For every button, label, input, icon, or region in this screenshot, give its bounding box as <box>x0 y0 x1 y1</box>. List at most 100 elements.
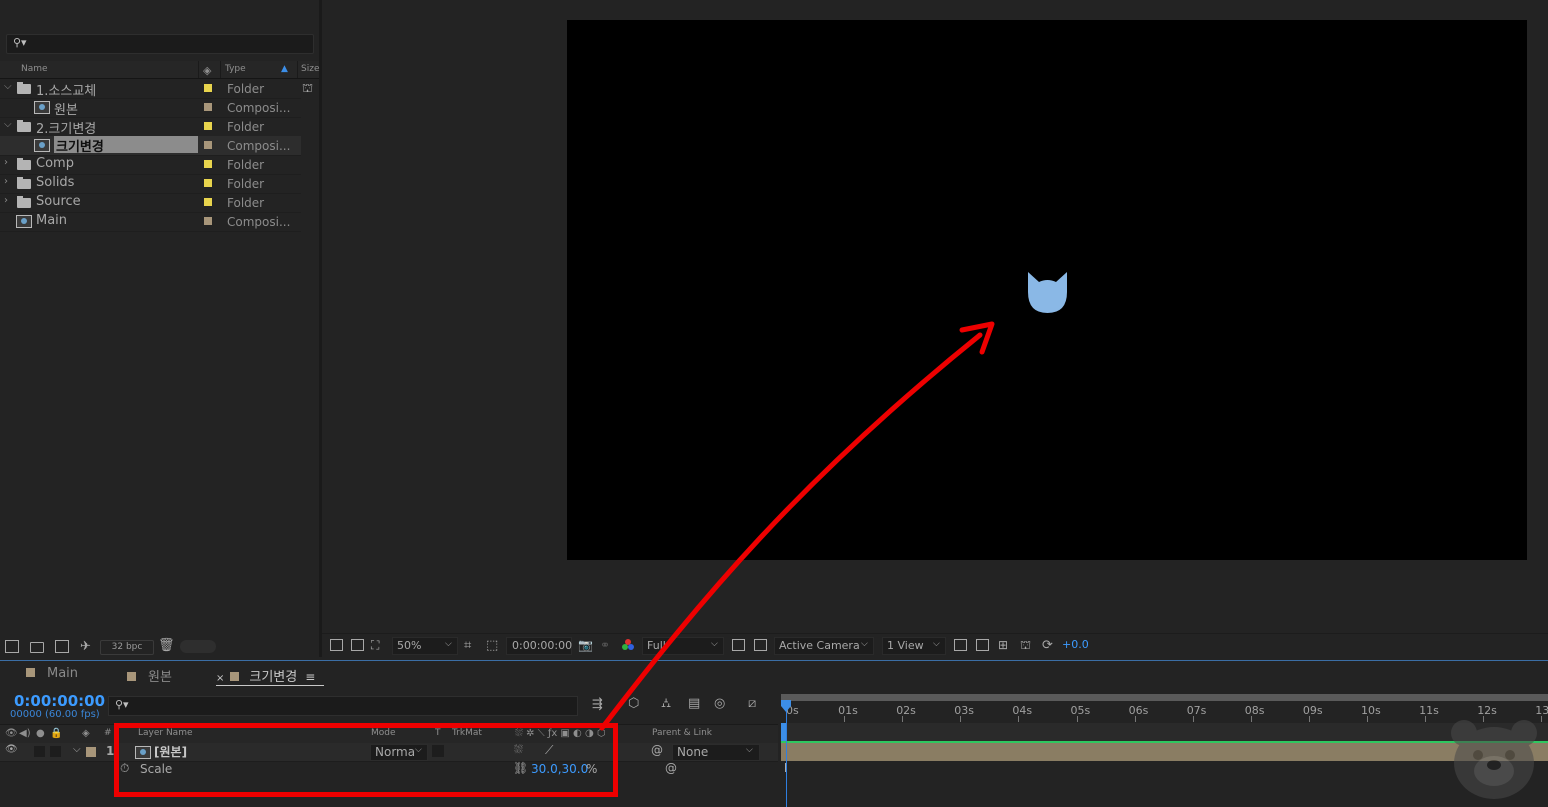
label-color-swatch[interactable] <box>204 179 212 187</box>
project-search-input[interactable]: ⚲▾ <box>6 34 314 54</box>
new-composition-icon[interactable] <box>55 640 69 653</box>
project-item[interactable]: › Source Folder <box>0 193 301 213</box>
project-item[interactable]: ⌵ 1.소스교체 Folder <box>0 79 301 99</box>
draft-3d-icon[interactable]: ⬡ <box>628 696 639 711</box>
chevron-right-icon[interactable]: › <box>4 157 8 168</box>
label-color-swatch[interactable] <box>204 84 212 92</box>
label-color-swatch[interactable] <box>204 160 212 168</box>
sort-ascending-icon[interactable]: ▲ <box>281 64 288 74</box>
chevron-right-icon[interactable]: › <box>4 176 8 187</box>
new-folder-icon[interactable] <box>30 642 44 653</box>
camera-view-dropdown[interactable]: Active Camera ⌵ <box>774 637 874 655</box>
chevron-down-icon: ⌵ <box>933 639 940 649</box>
show-snapshot-icon[interactable]: ⚭ <box>600 638 610 652</box>
motion-blur-icon[interactable]: ◎ <box>714 696 725 711</box>
ruler-tick <box>1425 716 1427 722</box>
ruler-tick-label: 11s <box>1419 704 1439 717</box>
label-color-swatch[interactable] <box>204 217 212 225</box>
flowchart-icon[interactable]: ⛫ <box>302 81 313 97</box>
view-layout-dropdown[interactable]: 1 View ⌵ <box>882 637 946 655</box>
resolution-dropdown[interactable]: Full ⌵ <box>642 637 724 655</box>
adobe-media-encoder-icon[interactable]: ✈ <box>80 639 91 654</box>
playhead-handle[interactable] <box>780 700 792 712</box>
tab-main[interactable]: Main <box>26 666 78 681</box>
current-time-field[interactable]: 0:00:00:00 <box>506 637 572 655</box>
transparency-grid-icon[interactable]: ⬚ <box>486 638 498 653</box>
fast-previews-icon[interactable] <box>976 639 989 651</box>
label-tag-icon[interactable]: ◈ <box>203 64 211 77</box>
playhead-line[interactable] <box>786 700 787 807</box>
magnification-dropdown[interactable]: 50% ⌵ <box>392 637 458 655</box>
lock-toggle[interactable] <box>50 746 61 757</box>
cat-shape-layer[interactable] <box>1025 268 1070 313</box>
video-eye-icon[interactable]: 👁 <box>5 744 18 755</box>
column-parent: Parent & Link <box>652 728 712 738</box>
ruler-tick <box>1541 716 1543 722</box>
comp-mini-flowchart-icon[interactable]: ⇶ <box>592 697 603 712</box>
project-item[interactable]: Main Composi... <box>0 212 301 232</box>
label-color-swatch[interactable] <box>204 198 212 206</box>
hide-shy-layers-icon[interactable]: ⛼ <box>661 696 671 713</box>
tab-original[interactable]: 원본 <box>127 666 172 685</box>
column-number: # <box>104 728 112 738</box>
search-icon: ⚲▾ <box>13 36 27 49</box>
project-item[interactable]: › Solids Folder <box>0 174 301 194</box>
color-channels-icon[interactable] <box>622 639 634 651</box>
always-preview-icon[interactable] <box>330 639 343 651</box>
ruler-tick <box>1076 716 1078 722</box>
project-item[interactable]: 크기변경 Composi... <box>0 136 301 156</box>
label-color-swatch[interactable] <box>204 122 212 130</box>
project-item-type: Folder <box>227 120 265 134</box>
label-color-swatch[interactable] <box>204 141 212 149</box>
chevron-down-icon: ⌵ <box>861 639 868 649</box>
column-type[interactable]: Type <box>225 64 246 74</box>
comp-flowchart-icon[interactable]: ⛫ <box>1020 638 1031 654</box>
frame-blending-icon[interactable]: ▤ <box>688 696 700 711</box>
column-name[interactable]: Name <box>21 64 48 74</box>
solo-icon[interactable]: ● <box>36 728 45 739</box>
bit-depth-button[interactable]: 32 bpc <box>100 640 154 655</box>
project-item[interactable]: 원본 Composi... <box>0 98 301 118</box>
timeline-icon[interactable]: ⊞ <box>998 638 1008 652</box>
interpret-footage-icon[interactable] <box>5 640 19 653</box>
video-eye-icon[interactable]: 👁 <box>5 728 18 739</box>
ruler-tick-label: 08s <box>1244 704 1265 717</box>
toggle-pixel-aspect-icon[interactable] <box>954 639 967 651</box>
work-area-bar[interactable] <box>781 694 1548 701</box>
tab-resize[interactable]: × 크기변경 ≡ <box>216 666 315 685</box>
project-footer: ✈ 32 bpc 🗑 <box>0 637 319 657</box>
label-color-swatch[interactable] <box>204 103 212 111</box>
audio-icon[interactable]: ◀) <box>19 728 31 739</box>
thumbnail-slider[interactable] <box>180 640 216 653</box>
layer-duration-bar[interactable] <box>781 741 1548 761</box>
pick-whip-icon[interactable]: @ <box>665 761 677 775</box>
project-item[interactable]: › Comp Folder <box>0 155 301 175</box>
ruler-tick-label: 06s <box>1128 704 1149 717</box>
project-item[interactable]: ⌵ 2.크기변경 Folder <box>0 117 301 137</box>
column-size[interactable]: Size <box>301 64 319 74</box>
ruler-tick <box>1250 716 1252 722</box>
parent-dropdown[interactable]: None ⌵ <box>672 744 760 761</box>
solo-toggle[interactable] <box>34 746 45 757</box>
exposure-value[interactable]: +0.0 <box>1062 638 1089 651</box>
chevron-down-icon[interactable]: ⌵ <box>4 81 12 92</box>
chevron-down-icon[interactable]: ⌵ <box>4 119 12 130</box>
safe-margins-icon[interactable]: ⌗ <box>464 638 471 653</box>
pick-whip-icon[interactable]: @ <box>651 743 663 757</box>
graph-editor-icon[interactable]: ⧄ <box>748 696 756 711</box>
camera-snapshot-icon[interactable]: 📷 <box>578 638 593 652</box>
layer-label-color[interactable] <box>86 747 96 757</box>
chevron-right-icon[interactable]: › <box>4 195 8 206</box>
chevron-down-icon[interactable]: ⌵ <box>73 744 81 755</box>
monitor-icon[interactable] <box>351 639 364 651</box>
project-item-name: 원본 <box>54 103 78 118</box>
label-tag-icon[interactable]: ◈ <box>82 728 90 739</box>
lock-icon[interactable]: 🔒 <box>50 728 62 739</box>
region-of-interest-icon[interactable] <box>732 639 745 651</box>
current-time-display[interactable]: 0:00:00:00 <box>14 692 105 710</box>
toggle-transparency-icon[interactable] <box>754 639 767 651</box>
reset-exposure-icon[interactable]: ⟳ <box>1042 638 1053 653</box>
trash-icon[interactable]: 🗑 <box>158 638 175 653</box>
mask-visibility-icon[interactable]: ⛶ <box>371 638 379 653</box>
timeline-search-input[interactable]: ⚲▾ <box>108 696 578 716</box>
